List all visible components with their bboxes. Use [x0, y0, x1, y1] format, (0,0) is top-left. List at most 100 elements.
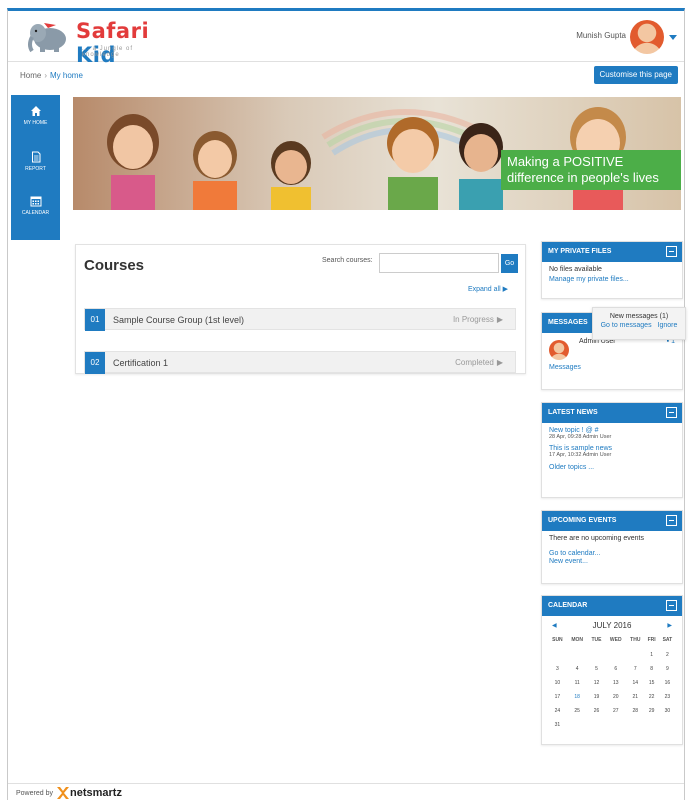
collapse-icon[interactable]: [666, 246, 677, 257]
course-number: 02: [85, 352, 105, 374]
breadcrumb: Home › My home: [20, 71, 83, 80]
calendar-day[interactable]: 22: [644, 690, 658, 704]
course-status: In Progress ▶: [452, 315, 503, 324]
nav-item-my-home[interactable]: MY HOME: [11, 105, 60, 126]
messages-link[interactable]: Messages: [549, 364, 581, 371]
calendar-day: [567, 718, 588, 732]
site-logo[interactable]: Safari Kid ... a Jungle of knowledge: [22, 17, 172, 67]
calendar-day[interactable]: 9: [659, 662, 676, 676]
news-item-meta: 28 Apr, 09:28 Admin User: [549, 434, 612, 440]
report-icon: [31, 151, 40, 163]
manage-private-files-link[interactable]: Manage my private files...: [549, 276, 675, 283]
calendar-day[interactable]: 30: [659, 704, 676, 718]
calendar-day: [626, 718, 644, 732]
go-to-calendar-link[interactable]: Go to calendar...: [549, 550, 675, 557]
calendar-header: CALENDAR: [542, 596, 682, 616]
nav-item-label: MY HOME: [23, 120, 48, 126]
calendar-day[interactable]: 19: [588, 690, 606, 704]
older-topics-link[interactable]: Older topics ...: [549, 464, 675, 471]
expand-arrow-icon: ▶: [502, 286, 508, 293]
course-row[interactable]: 02 Certification 1 Completed ▶: [84, 351, 516, 374]
calendar-day[interactable]: 13: [605, 676, 626, 690]
collapse-icon[interactable]: [666, 515, 677, 526]
calendar-day[interactable]: 10: [548, 676, 567, 690]
user-menu-chevron-down-icon[interactable]: [669, 35, 677, 40]
ignore-link[interactable]: Ignore: [658, 322, 678, 329]
calendar-day[interactable]: 17: [548, 690, 567, 704]
courses-title: Courses: [84, 257, 145, 274]
user-avatar[interactable]: [630, 20, 664, 54]
calendar-day[interactable]: 3: [548, 662, 567, 676]
weekday-header: TUE: [591, 637, 602, 643]
calendar-block: CALENDAR ◀ JULY 2016 ▶ SUN MON TUE WED T…: [541, 595, 683, 745]
upcoming-events-header: UPCOMING EVENTS: [542, 511, 682, 531]
calendar-day[interactable]: 24: [548, 704, 567, 718]
status-arrow-icon: ▶: [496, 315, 503, 324]
netsmartz-brand[interactable]: netsmartz: [70, 787, 122, 799]
go-to-messages-link[interactable]: Go to messages: [601, 322, 652, 329]
calendar-day[interactable]: 15: [644, 676, 658, 690]
collapse-icon[interactable]: [666, 407, 677, 418]
calendar-day[interactable]: 6: [605, 662, 626, 676]
search-go-button[interactable]: Go: [501, 254, 518, 273]
hero-banner: Making a POSITIVE difference in people's…: [73, 97, 681, 210]
calendar-day[interactable]: 14: [626, 676, 644, 690]
nav-item-report[interactable]: REPORT: [11, 151, 60, 172]
weekday-header: SUN: [552, 637, 563, 643]
calendar-day: [548, 648, 567, 662]
calendar-day: [588, 648, 606, 662]
calendar-day[interactable]: 23: [659, 690, 676, 704]
private-files-block: MY PRIVATE FILES No files available Mana…: [541, 241, 683, 299]
calendar-day[interactable]: 1: [644, 648, 658, 662]
new-event-link[interactable]: New event...: [549, 558, 675, 565]
course-status: Completed ▶: [455, 358, 503, 367]
banner-caption: Making a POSITIVE difference in people's…: [501, 150, 681, 190]
course-row[interactable]: 01 Sample Course Group (1st level) In Pr…: [84, 308, 516, 331]
next-month-icon[interactable]: ▶: [667, 619, 672, 633]
course-number: 01: [85, 309, 105, 331]
news-item-title[interactable]: This is sample news: [549, 445, 675, 452]
calendar-day[interactable]: 21: [626, 690, 644, 704]
calendar-day[interactable]: 11: [567, 676, 588, 690]
calendar-day[interactable]: 31: [548, 718, 567, 732]
calendar-day: [605, 648, 626, 662]
search-courses-input[interactable]: [379, 253, 499, 273]
calendar-day: [659, 718, 676, 732]
side-navigation: MY HOME REPORT CALENDAR: [11, 95, 60, 240]
calendar-day[interactable]: 26: [588, 704, 606, 718]
calendar-day[interactable]: 16: [659, 676, 676, 690]
expand-all-link[interactable]: Expand all ▶: [468, 285, 508, 293]
breadcrumb-my-home[interactable]: My home: [50, 71, 83, 80]
logo-tagline: ... a Jungle of knowledge: [82, 46, 134, 58]
breadcrumb-separator: ›: [44, 71, 48, 80]
latest-news-block: LATEST NEWS New topic ! @ # 28 Apr, 09:2…: [541, 402, 683, 498]
calendar-day: [626, 648, 644, 662]
course-name[interactable]: Certification 1: [113, 358, 168, 368]
calendar-day[interactable]: 18: [567, 690, 588, 704]
user-name[interactable]: Munish Gupta: [576, 31, 626, 40]
news-item-title[interactable]: New topic ! @ #: [549, 427, 675, 434]
calendar-day[interactable]: 29: [644, 704, 658, 718]
previous-month-icon[interactable]: ◀: [552, 619, 557, 633]
nav-item-calendar[interactable]: CALENDAR: [11, 195, 60, 216]
customise-page-button[interactable]: Customise this page: [593, 66, 678, 84]
no-files-text: No files available: [549, 266, 602, 273]
upcoming-events-block: UPCOMING EVENTS There are no upcoming ev…: [541, 510, 683, 584]
calendar-day[interactable]: 28: [626, 704, 644, 718]
weekday-header: WED: [609, 637, 622, 643]
courses-panel: Courses Search courses: Go Expand all ▶ …: [75, 244, 526, 374]
calendar-day[interactable]: 20: [605, 690, 626, 704]
calendar-day[interactable]: 7: [626, 662, 644, 676]
breadcrumb-home[interactable]: Home: [20, 71, 41, 80]
weekday-header: SAT: [662, 637, 673, 643]
calendar-day[interactable]: 5: [588, 662, 606, 676]
calendar-day[interactable]: 4: [567, 662, 588, 676]
calendar-day[interactable]: 8: [644, 662, 658, 676]
calendar-day[interactable]: 27: [605, 704, 626, 718]
collapse-icon[interactable]: [666, 600, 677, 611]
nav-item-label: CALENDAR: [21, 210, 50, 216]
calendar-day[interactable]: 25: [567, 704, 588, 718]
course-name[interactable]: Sample Course Group (1st level): [113, 315, 244, 325]
calendar-day[interactable]: 2: [659, 648, 676, 662]
calendar-day[interactable]: 12: [588, 676, 606, 690]
